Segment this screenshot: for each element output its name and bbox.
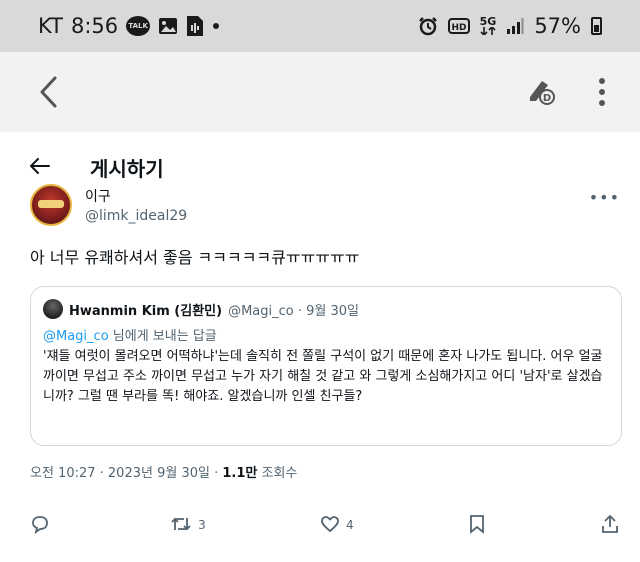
dot-icon xyxy=(212,22,220,30)
views-count: 1.1만 xyxy=(222,466,258,481)
network-label: 5G xyxy=(479,15,497,28)
reply-to-line: @Magi_co 님에게 보내는 답글 xyxy=(43,325,217,344)
hd-icon: HD xyxy=(447,18,470,34)
quoted-meta: @Magi_co · 9월 30일 xyxy=(228,303,359,319)
alarm-icon xyxy=(418,16,438,36)
quoted-tweet-body: '쟤들 여럿이 몰려오면 어떡하냐'는데 솔직히 전 쫄릴 구석이 없기 때문에… xyxy=(43,349,603,404)
retweet-button[interactable]: 3 xyxy=(170,514,206,537)
status-bar: KT 8:56 TALK HD 5G 57% xyxy=(0,0,640,52)
carrier-label: KT xyxy=(38,14,63,38)
reply-icon xyxy=(30,514,50,537)
page-title: 게시하기 xyxy=(90,156,164,181)
battery-percent: 57% xyxy=(534,14,581,38)
app-bar: D xyxy=(0,52,640,132)
back-arrow-icon[interactable] xyxy=(29,155,66,180)
audio-file-icon xyxy=(186,15,204,37)
reply-mention-link[interactable]: @Magi_co xyxy=(43,329,109,344)
avatar[interactable] xyxy=(30,184,72,226)
svg-text:D: D xyxy=(543,93,551,104)
quoted-avatar xyxy=(43,299,63,319)
tweet-author: 이구 @limk_ideal29 ••• xyxy=(30,184,620,240)
share-button[interactable] xyxy=(600,514,620,537)
tweet-actions: 3 4 xyxy=(30,510,620,540)
share-icon xyxy=(600,514,620,537)
back-chevron-icon[interactable] xyxy=(28,72,68,112)
battery-icon xyxy=(591,17,602,35)
like-button[interactable]: 4 xyxy=(320,514,354,537)
author-handle[interactable]: @limk_ideal29 xyxy=(85,208,187,224)
retweet-icon xyxy=(170,514,192,537)
quoted-author-name: Hwanmin Kim (김환민) xyxy=(69,303,223,319)
signal-icon xyxy=(506,17,524,35)
tweet-timestamp: 오전 10:27 · 2023년 9월 30일 · 1.1만 조회수 xyxy=(30,462,297,481)
retweet-count: 3 xyxy=(198,518,206,532)
author-name[interactable]: 이구 xyxy=(85,186,111,206)
app-bar-actions: D xyxy=(526,75,612,109)
more-options-icon[interactable]: ••• xyxy=(589,188,620,207)
bookmark-icon xyxy=(468,514,486,537)
svg-text:HD: HD xyxy=(451,23,466,33)
timestamp-text: 오전 10:27 · 2023년 9월 30일 · xyxy=(30,466,219,481)
views-label: 조회수 xyxy=(261,466,298,481)
clock: 8:56 xyxy=(70,14,119,38)
reply-suffix: 님에게 보내는 답글 xyxy=(112,329,217,344)
tweet-text: 아 너무 유쾌하셔서 좋음 ㅋㅋㅋㅋㅋ큐ㅠㅠㅠㅠㅠ xyxy=(30,248,360,267)
quoted-tweet[interactable]: Hwanmin Kim (김환민) @Magi_co · 9월 30일 @Mag… xyxy=(30,286,622,446)
pen-download-icon[interactable]: D xyxy=(526,75,556,109)
image-icon xyxy=(158,17,178,35)
like-count: 4 xyxy=(345,518,354,532)
kebab-menu-icon[interactable] xyxy=(592,78,612,106)
status-left: KT 8:56 TALK xyxy=(38,14,220,38)
5g-icon: 5G xyxy=(479,15,497,35)
quoted-tweet-header: Hwanmin Kim (김환민) @Magi_co · 9월 30일 xyxy=(43,299,359,319)
talk-icon: TALK xyxy=(126,16,151,36)
bookmark-button[interactable] xyxy=(468,514,486,537)
status-right: HD 5G 57% xyxy=(418,14,602,38)
reply-button[interactable] xyxy=(30,514,56,537)
like-icon xyxy=(320,514,340,537)
post-card: 게시하기 이구 @limk_ideal29 ••• 아 너무 유쾌하셔서 좋음 … xyxy=(10,132,630,552)
